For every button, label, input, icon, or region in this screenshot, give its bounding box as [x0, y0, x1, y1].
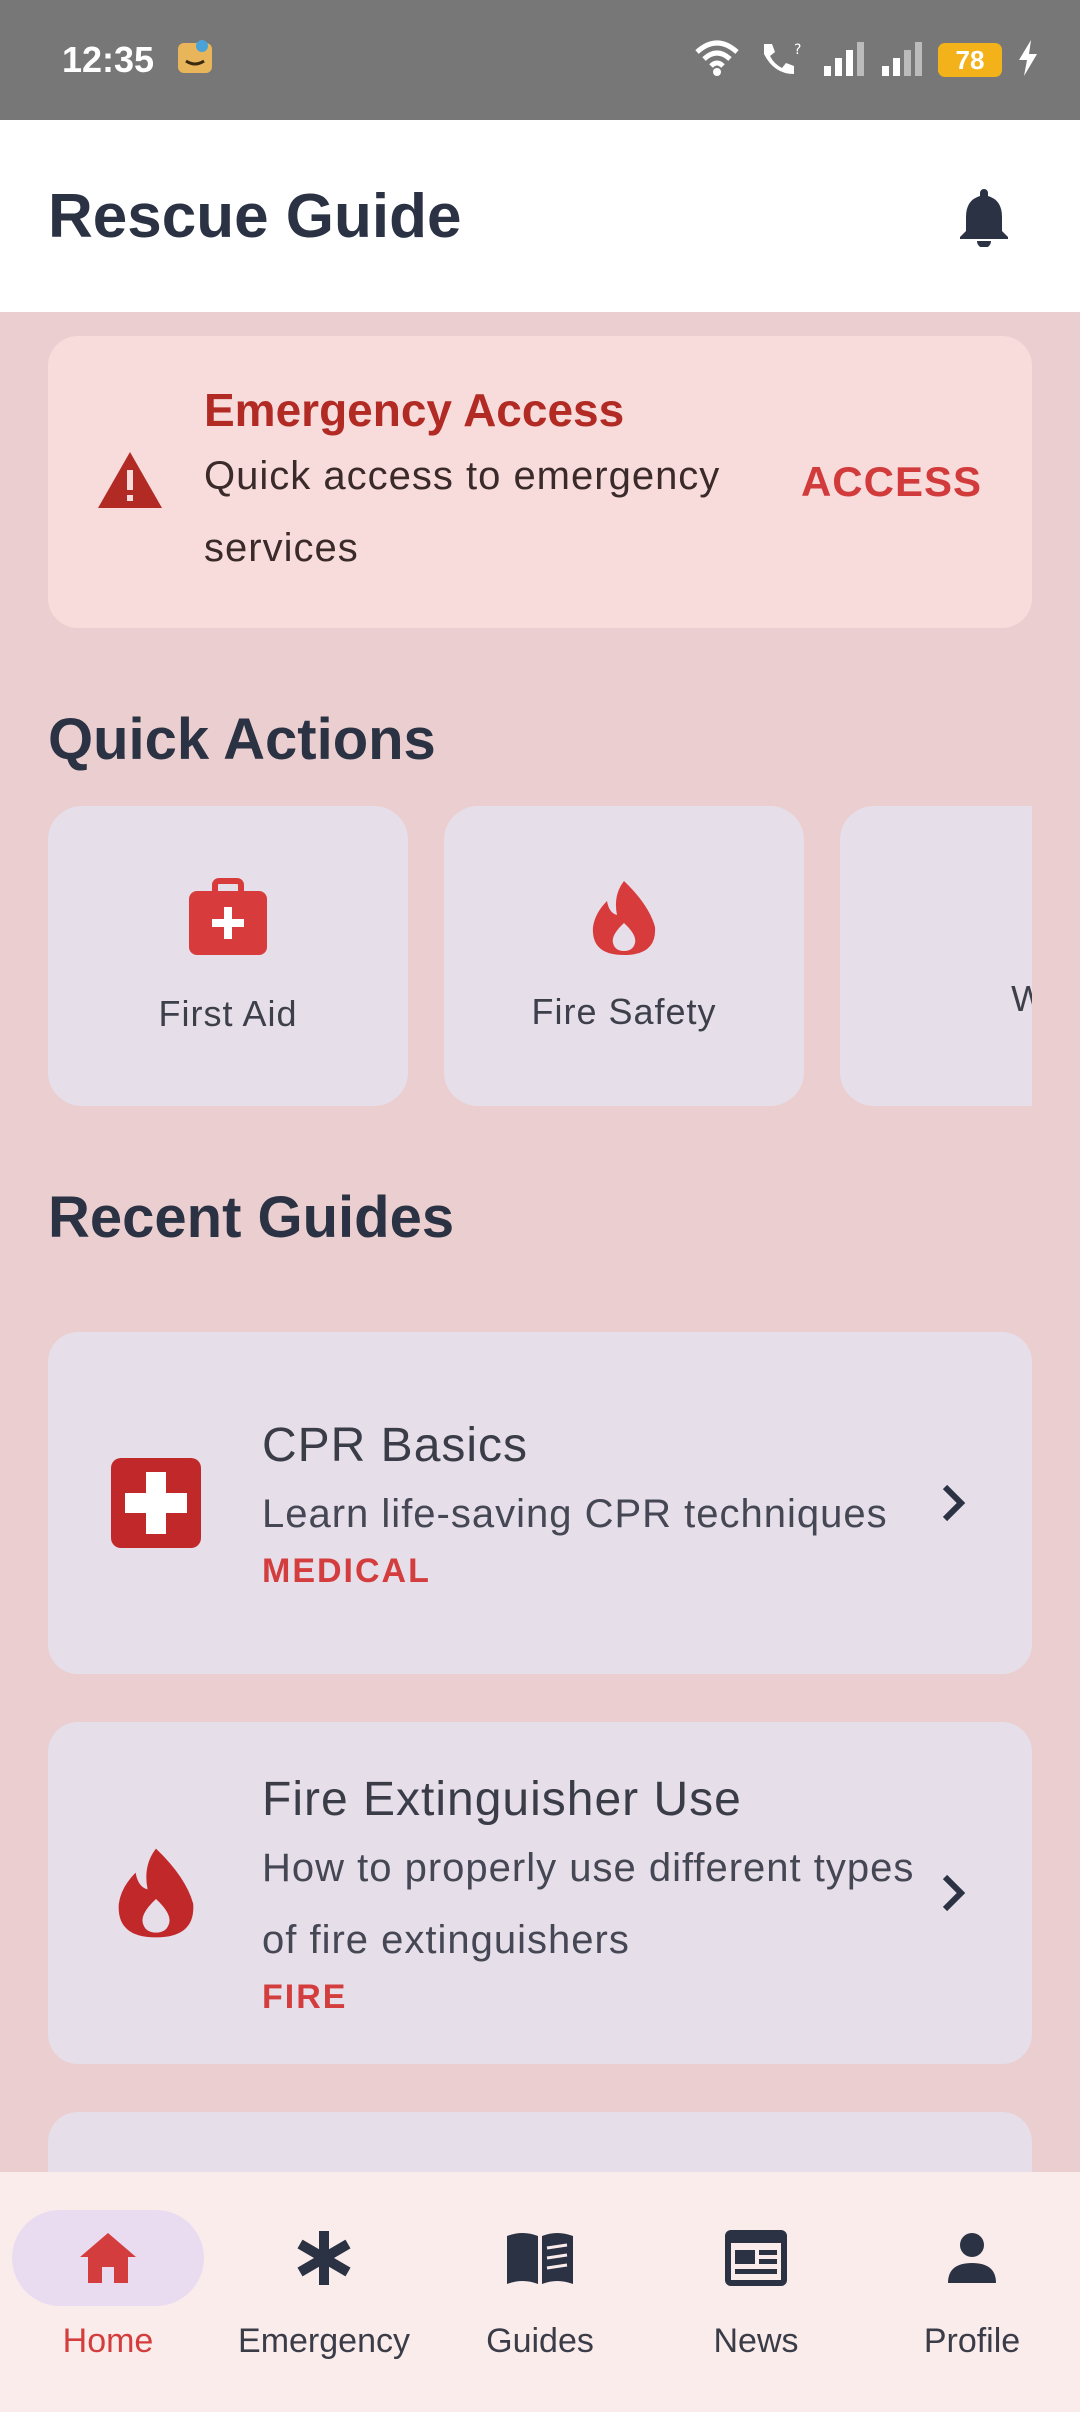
nav-label: Guides — [486, 2322, 594, 2360]
quick-actions-heading: Quick Actions — [48, 707, 436, 772]
nav-label: Profile — [923, 2322, 1021, 2360]
signal-icon — [880, 40, 924, 81]
guide-title: CPR Basics — [262, 1419, 529, 1472]
nav-item-emergency[interactable]: Emergency — [216, 2172, 432, 2412]
nav-label: Emergency — [238, 2322, 410, 2360]
chevron-right-icon — [922, 1473, 982, 1533]
notifications-button[interactable] — [936, 168, 1032, 264]
quick-action-label: Fire Safety — [531, 991, 717, 1032]
quick-action-fire-safety[interactable]: Fire Safety — [444, 806, 804, 1106]
signal-icon — [822, 40, 866, 81]
status-bar: 12:35 ? 78 — [0, 0, 1080, 120]
first-aid-kit-icon — [189, 878, 267, 955]
svg-text:?: ? — [794, 42, 801, 58]
recent-guides-heading: Recent Guides — [48, 1185, 455, 1250]
fire-icon — [592, 881, 656, 955]
asterisk-icon — [297, 2231, 351, 2285]
nav-item-guides[interactable]: Guides — [432, 2172, 648, 2412]
guide-description: Learn life-saving CPR techniques — [262, 1492, 888, 1536]
emergency-title: Emergency Access — [204, 384, 625, 436]
medical-cross-icon — [108, 1455, 204, 1551]
quick-action-label: First Aid — [158, 993, 298, 1034]
warning-icon — [96, 450, 164, 515]
quick-action-label: Water R — [1011, 978, 1032, 1019]
emergency-access-card[interactable]: Emergency Access Quick access to emergen… — [48, 336, 1032, 628]
guide-description: How to properly use different types of f… — [262, 1846, 915, 1962]
nav-item-news[interactable]: News — [648, 2172, 864, 2412]
access-button[interactable]: ACCESS — [791, 438, 992, 526]
guide-category: MEDICAL — [262, 1552, 431, 1590]
wifi-icon — [692, 38, 742, 83]
newspaper-icon — [725, 2230, 787, 2286]
top-app-bar: Rescue Guide — [0, 120, 1080, 312]
nav-item-home[interactable]: Home — [0, 2172, 216, 2412]
page-title: Rescue Guide — [48, 181, 462, 251]
quick-actions-row[interactable]: First Aid Fire Safety Water R — [48, 806, 1032, 1106]
emergency-description: Quick access to emergency services — [204, 454, 721, 570]
fire-icon — [108, 1845, 204, 1941]
call-icon: ? — [756, 38, 808, 83]
guide-title: Fire Extinguisher Use — [262, 1773, 742, 1826]
bell-icon — [960, 189, 1008, 247]
chevron-right-icon — [922, 1863, 982, 1923]
nav-label: News — [713, 2322, 799, 2360]
status-time: 12:35 — [62, 39, 155, 80]
battery-icon: 78 — [938, 43, 1002, 77]
nav-item-profile[interactable]: Profile — [864, 2172, 1080, 2412]
guide-card-cpr-basics[interactable]: CPR Basics Learn life-saving CPR techniq… — [48, 1332, 1032, 1674]
home-icon — [80, 2233, 136, 2283]
bottom-navigation: Home Emergency Guides News Profile — [0, 2172, 1080, 2412]
person-icon — [948, 2233, 996, 2283]
guide-category: FIRE — [262, 1978, 348, 2016]
charging-icon — [1016, 38, 1040, 83]
nav-label: Home — [62, 2322, 154, 2360]
quick-action-first-aid[interactable]: First Aid — [48, 806, 408, 1106]
quick-action-water-rescue[interactable]: Water R — [840, 806, 1032, 1106]
book-icon — [507, 2233, 573, 2284]
amazon-app-icon — [176, 37, 214, 84]
guide-card-fire-extinguisher[interactable]: Fire Extinguisher Use How to properly us… — [48, 1722, 1032, 2064]
